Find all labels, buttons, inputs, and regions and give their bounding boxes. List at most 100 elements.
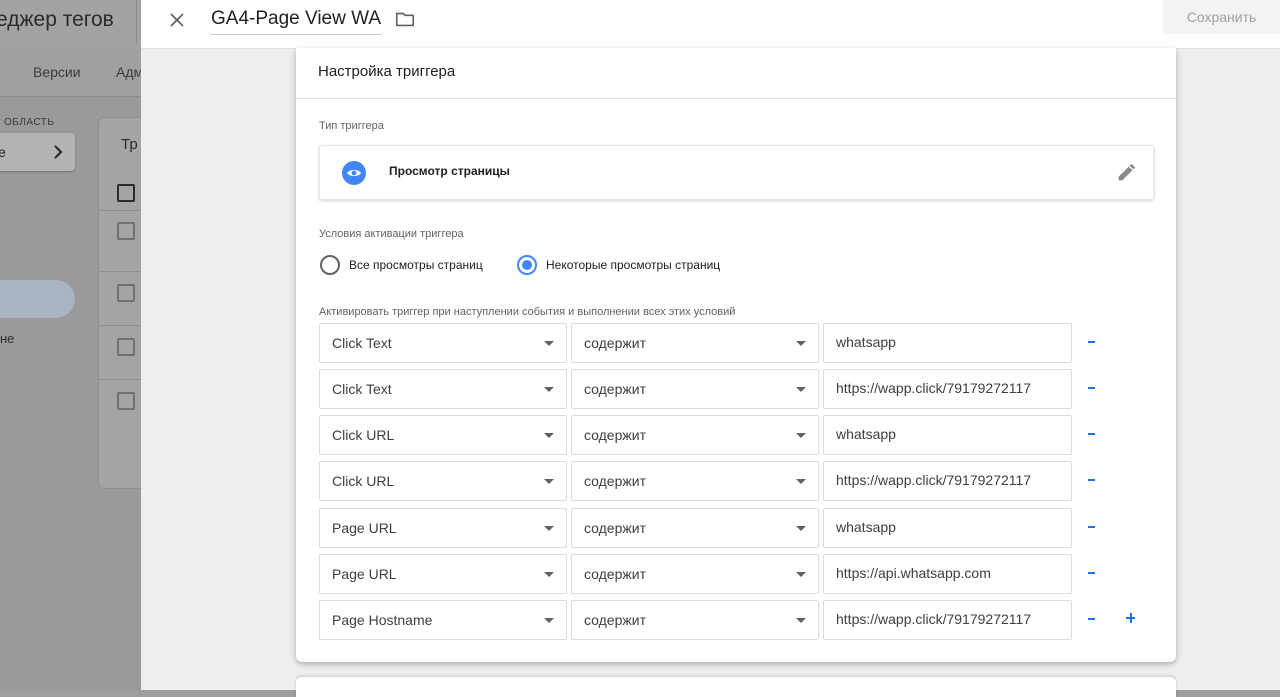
operator-dropdown[interactable]: содержит (571, 600, 819, 640)
caret-down-icon (796, 572, 806, 577)
variable-value: Click Text (332, 381, 392, 397)
operator-value: содержит (584, 381, 646, 397)
operator-dropdown[interactable]: содержит (571, 369, 819, 409)
divider (136, 0, 137, 44)
panel-header: GA4-Page View WA Сохранить (141, 0, 1280, 49)
background-triggers-card: Тр (98, 117, 141, 489)
card-header: Настройка триггера (296, 48, 1176, 99)
operator-dropdown[interactable]: содержит (571, 554, 819, 594)
background-app: еджер тегов Версии Адм ОБЛАСТЬ е не Тр (0, 0, 141, 690)
radio-button (320, 255, 340, 275)
condition-row: Click URL содержит (319, 415, 1169, 455)
variable-value: Click URL (332, 427, 395, 443)
background-topbar: еджер тегов (0, 0, 141, 48)
add-condition-button[interactable] (1123, 609, 1139, 627)
variable-dropdown[interactable]: Click URL (319, 461, 567, 501)
caret-down-icon (544, 526, 554, 531)
variable-value: Page URL (332, 520, 397, 536)
radio-label: Все просмотры страниц (349, 258, 483, 272)
save-button[interactable]: Сохранить (1163, 0, 1280, 34)
value-input[interactable] (836, 472, 1061, 488)
value-input[interactable] (836, 380, 1061, 396)
remove-condition-button[interactable] (1085, 333, 1099, 351)
variable-value: Page URL (332, 566, 397, 582)
radio-some-page-views[interactable]: Некоторые просмотры страниц (517, 254, 720, 276)
sidebar-selected-item (0, 280, 75, 318)
caret-down-icon (544, 341, 554, 346)
row-checkbox (117, 392, 135, 410)
value-field (823, 508, 1072, 548)
remove-condition-button[interactable] (1085, 471, 1099, 489)
caret-down-icon (796, 526, 806, 531)
value-field (823, 323, 1072, 363)
trigger-config-card: Настройка триггера Тип триггера Просмотр… (296, 48, 1176, 662)
caret-down-icon (544, 618, 554, 623)
caret-down-icon (544, 387, 554, 392)
next-section-card (296, 677, 1176, 697)
tab-admin: Адм (116, 64, 141, 80)
variable-dropdown[interactable]: Page Hostname (319, 600, 567, 640)
row-checkbox (117, 284, 135, 302)
value-field (823, 461, 1072, 501)
variable-value: Click URL (332, 473, 395, 489)
operator-value: содержит (584, 612, 646, 628)
sidebar-item-label: не (0, 331, 15, 346)
workspace-label: ОБЛАСТЬ (4, 117, 55, 128)
operator-dropdown[interactable]: содержит (571, 508, 819, 548)
condition-row: Page URL содержит (319, 554, 1169, 594)
condition-row: Click URL содержит (319, 461, 1169, 501)
value-input[interactable] (836, 565, 1061, 581)
pencil-icon[interactable] (1115, 162, 1137, 184)
variable-dropdown[interactable]: Page URL (319, 508, 567, 548)
operator-dropdown[interactable]: содержит (571, 323, 819, 363)
tag-edit-panel: GA4-Page View WA Сохранить Настройка три… (141, 0, 1280, 697)
condition-row: Click Text содержит (319, 323, 1169, 363)
variable-dropdown[interactable]: Click Text (319, 369, 567, 409)
operator-value: содержит (584, 566, 646, 582)
tab-versions: Версии (33, 64, 81, 80)
value-input[interactable] (836, 426, 1061, 442)
caret-down-icon (796, 479, 806, 484)
remove-condition-button[interactable] (1085, 425, 1099, 443)
value-input[interactable] (836, 519, 1061, 535)
remove-condition-button[interactable] (1085, 564, 1099, 582)
caret-down-icon (796, 387, 806, 392)
remove-condition-button[interactable] (1085, 518, 1099, 536)
row-checkbox (117, 222, 135, 240)
eye-icon (342, 161, 366, 185)
operator-value: содержит (584, 520, 646, 536)
caret-down-icon (796, 618, 806, 623)
conditions-label: Условия активации триггера (319, 228, 464, 240)
caret-down-icon (796, 341, 806, 346)
caret-down-icon (544, 572, 554, 577)
variable-dropdown[interactable]: Page URL (319, 554, 567, 594)
radio-label: Некоторые просмотры страниц (546, 258, 721, 272)
operator-value: содержит (584, 473, 646, 489)
divider (99, 210, 141, 211)
caret-down-icon (796, 433, 806, 438)
operator-value: содержит (584, 335, 646, 351)
workspace-selector: е (0, 133, 75, 171)
value-field (823, 415, 1072, 455)
variable-value: Click Text (332, 335, 392, 351)
tag-name-field[interactable]: GA4-Page View WA (211, 8, 382, 35)
value-field (823, 554, 1072, 594)
value-input[interactable] (836, 611, 1061, 627)
row-checkbox (117, 338, 135, 356)
radio-button-selected (517, 255, 537, 275)
radio-all-page-views[interactable]: Все просмотры страниц (320, 254, 483, 276)
variable-dropdown[interactable]: Click Text (319, 323, 567, 363)
divider (99, 271, 141, 272)
folder-button[interactable] (394, 8, 416, 30)
fire-conditions-label: Активировать триггер при наступлении соб… (319, 306, 736, 318)
close-button[interactable] (165, 8, 189, 32)
remove-condition-button[interactable] (1085, 379, 1099, 397)
operator-dropdown[interactable]: содержит (571, 461, 819, 501)
value-input[interactable] (836, 334, 1061, 350)
card-title: Настройка триггера (318, 63, 456, 80)
remove-condition-button[interactable] (1085, 610, 1099, 628)
background-tabs: Версии Адм (0, 48, 141, 97)
operator-dropdown[interactable]: содержит (571, 415, 819, 455)
variable-dropdown[interactable]: Click URL (319, 415, 567, 455)
trigger-type-selector[interactable]: Просмотр страницы (319, 145, 1154, 200)
